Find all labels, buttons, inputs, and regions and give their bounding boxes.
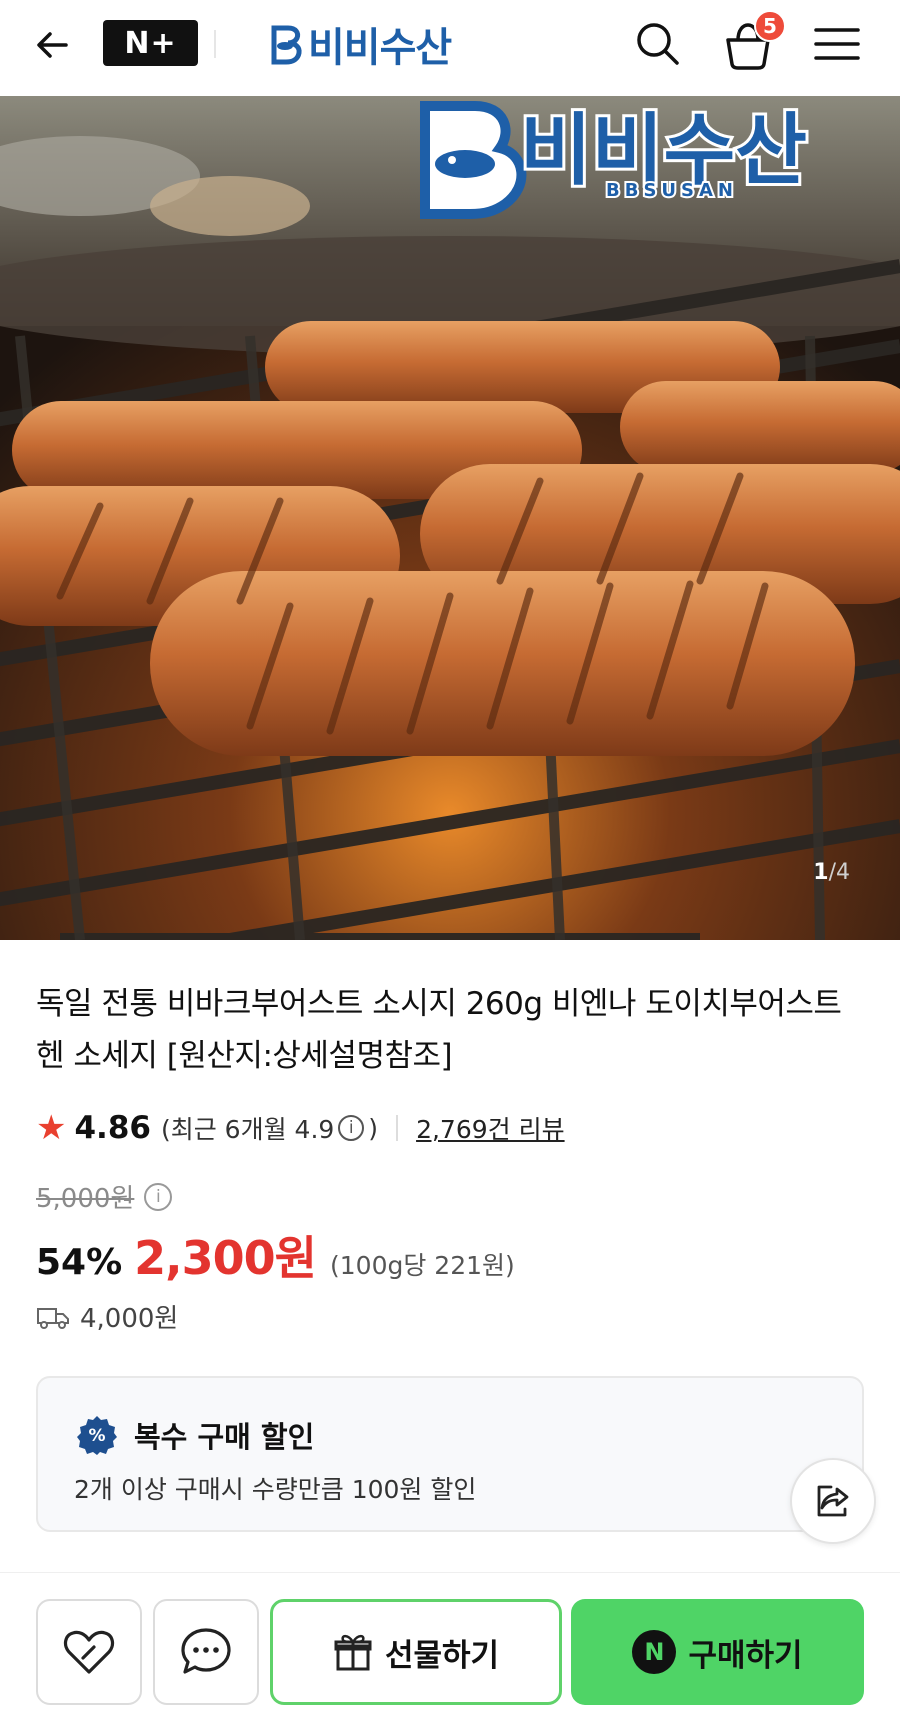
gift-label: 선물하기: [384, 1637, 500, 1674]
cart-count-badge: 5: [754, 10, 786, 42]
original-price-row: 5,000원 i: [36, 1178, 173, 1215]
hero-logo-subtext: BBSUSAN: [606, 180, 738, 201]
hero-logo-overlay: [420, 101, 527, 219]
sale-price-row: 54% 2,300원 (100g당 221원): [36, 1222, 515, 1288]
pager-total: /4: [828, 860, 850, 885]
discount-rate: 54%: [36, 1242, 123, 1283]
star-icon: ★: [36, 1108, 67, 1148]
sale-price: 2,300원: [134, 1231, 317, 1285]
like-button[interactable]: [36, 1599, 142, 1705]
original-price: 5,000원: [36, 1184, 135, 1214]
rating-divider: [396, 1115, 399, 1141]
chat-button[interactable]: [153, 1599, 259, 1705]
product-image-carousel[interactable]: 비비수산 BBSUSAN: [0, 96, 900, 940]
rating-row: ★ 4.86 (최근 6개월 4.9 i ) 2,769건 리뷰: [36, 1108, 565, 1148]
discount-description: 2개 이상 구매시 수량만큼 100원 할인: [74, 1475, 477, 1504]
info-icon[interactable]: i: [338, 1115, 365, 1141]
product-photo: 비비수산 BBSUSAN: [0, 96, 900, 940]
rating-score: 4.86: [74, 1110, 151, 1146]
pager-current: 1: [813, 860, 829, 885]
buy-button[interactable]: N 구매하기: [571, 1599, 864, 1705]
svg-text:%: %: [88, 1426, 105, 1446]
multi-buy-discount-box[interactable]: % 복수 구매 할인 2개 이상 구매시 수량만큼 100원 할인: [36, 1376, 864, 1532]
chat-bubble-icon: [181, 1628, 231, 1674]
share-icon: [817, 1485, 849, 1517]
gift-icon: [334, 1634, 372, 1671]
top-header: N+ 비비수산 5: [0, 0, 900, 96]
percent-badge-icon: %: [77, 1416, 117, 1455]
unit-price: (100g당 221원): [330, 1251, 515, 1280]
recent-rating-close: ): [368, 1113, 379, 1143]
image-pager: 1/4: [813, 860, 850, 885]
heart-icon: [63, 1630, 115, 1674]
gift-button[interactable]: 선물하기: [270, 1599, 562, 1705]
shipping-fee: 4,000원: [80, 1304, 179, 1334]
bottom-action-bar: 선물하기 N 구매하기: [0, 1572, 900, 1728]
header-divider: [214, 30, 216, 58]
search-icon[interactable]: [633, 19, 683, 69]
discount-title: 복수 구매 할인: [134, 1420, 315, 1454]
share-button[interactable]: [790, 1458, 876, 1544]
back-arrow-icon[interactable]: [30, 22, 76, 68]
review-count-link[interactable]: 2,769건 리뷰: [416, 1110, 565, 1146]
naver-n-icon: N: [632, 1630, 677, 1674]
product-title: 독일 전통 비바크부어스트 소시지 260g 비엔나 도이치부어스트 헨 소세지…: [36, 986, 842, 1074]
hamburger-menu-icon[interactable]: [814, 24, 860, 64]
naver-plus-badge[interactable]: N+: [103, 20, 198, 66]
recent-rating-label: (최근 6개월 4.9: [160, 1115, 335, 1144]
buy-label: 구매하기: [688, 1637, 803, 1674]
price-info-icon[interactable]: i: [144, 1182, 173, 1211]
store-logo[interactable]: 비비수산: [266, 14, 452, 74]
shipping-row: 4,000원: [36, 1298, 178, 1335]
store-logo-mark-icon: [271, 25, 302, 65]
delivery-truck-icon: [37, 1307, 69, 1329]
store-name: 비비수산: [308, 25, 452, 71]
